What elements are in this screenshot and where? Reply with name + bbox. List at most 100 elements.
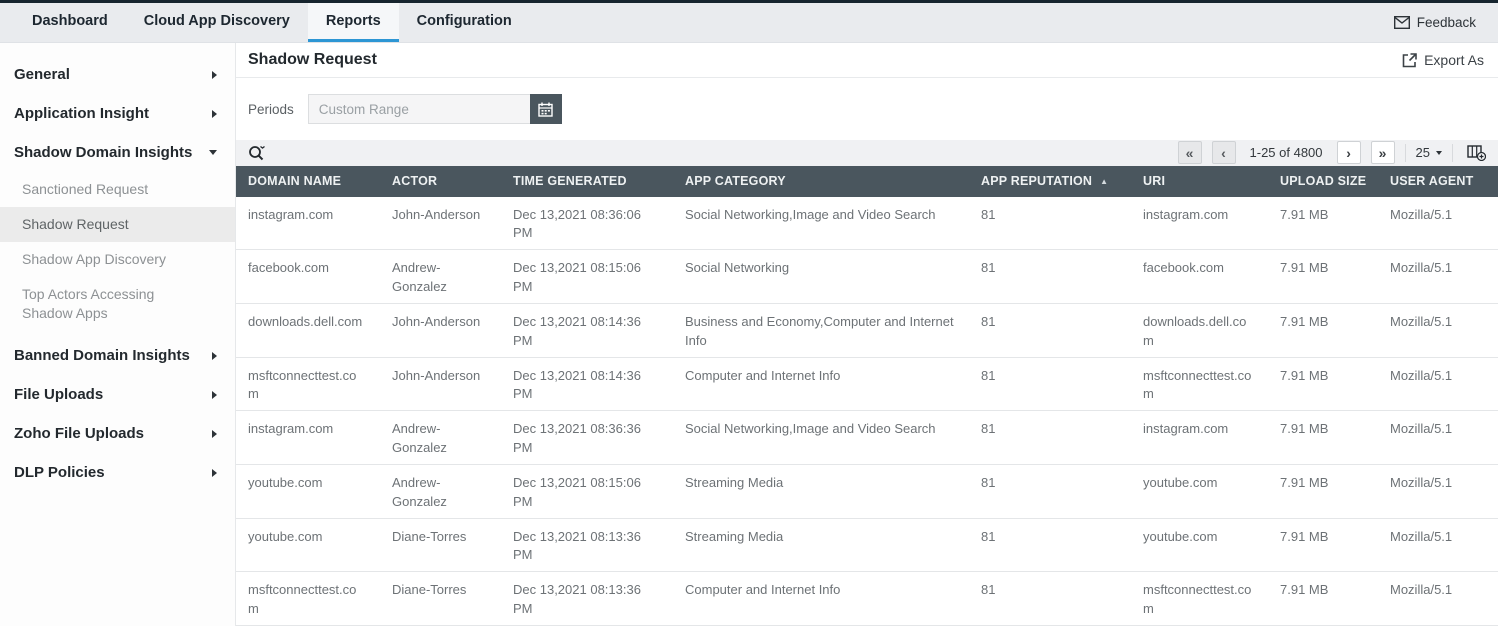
prev-page-button[interactable]: ‹	[1212, 141, 1236, 164]
table-cell: Mozilla/5.1	[1378, 411, 1498, 465]
sidebar-item-label: General	[14, 66, 70, 83]
table-cell: 81	[969, 572, 1131, 626]
table-cell: youtube.com	[1131, 518, 1268, 572]
chevron-right-icon	[212, 352, 217, 360]
sidebar-item-zoho-file-uploads[interactable]: Zoho File Uploads	[0, 414, 235, 453]
column-chooser-button[interactable]	[1467, 145, 1486, 161]
tab-configuration[interactable]: Configuration	[399, 3, 530, 42]
page-size-value: 25	[1416, 145, 1430, 160]
column-header-app-reputation[interactable]: APP REPUTATION▲	[969, 166, 1131, 197]
column-header-domain-name[interactable]: DOMAIN NAME	[236, 166, 380, 197]
envelope-icon	[1394, 16, 1410, 29]
table-cell: Mozilla/5.1	[1378, 197, 1498, 250]
table-body: instagram.comJohn-AndersonDec 13,2021 08…	[236, 197, 1498, 626]
sidebar-item-label: Banned Domain Insights	[14, 347, 190, 364]
table-cell: 7.91 MB	[1268, 518, 1378, 572]
column-header-app-category[interactable]: APP CATEGORY	[673, 166, 969, 197]
chevron-right-icon	[212, 110, 217, 118]
table-cell: 7.91 MB	[1268, 411, 1378, 465]
table-cell: 81	[969, 197, 1131, 250]
table-cell: instagram.com	[1131, 197, 1268, 250]
table-cell: 81	[969, 250, 1131, 304]
sidebar-item-file-uploads[interactable]: File Uploads	[0, 375, 235, 414]
table-row[interactable]: instagram.comJohn-AndersonDec 13,2021 08…	[236, 197, 1498, 250]
table-cell: 7.91 MB	[1268, 303, 1378, 357]
search-button[interactable]	[248, 144, 266, 161]
table-row[interactable]: youtube.comDiane-TorresDec 13,2021 08:13…	[236, 518, 1498, 572]
sidebar-subitem-shadow-app-discovery[interactable]: Shadow App Discovery	[0, 242, 235, 277]
column-header-actor[interactable]: ACTOR	[380, 166, 501, 197]
table-row[interactable]: downloads.dell.comJohn-AndersonDec 13,20…	[236, 303, 1498, 357]
column-header-upload-size[interactable]: UPLOAD SIZE	[1268, 166, 1378, 197]
sidebar-item-label: File Uploads	[14, 386, 103, 403]
table-row[interactable]: youtube.comAndrew-GonzalezDec 13,2021 08…	[236, 464, 1498, 518]
sidebar-item-dlp-policies[interactable]: DLP Policies	[0, 453, 235, 492]
sidebar-item-application-insight[interactable]: Application Insight	[0, 94, 235, 133]
periods-filter: Periods	[248, 94, 1498, 124]
table-cell: Dec 13,2021 08:14:36 PM	[501, 303, 673, 357]
table-cell: Mozilla/5.1	[1378, 518, 1498, 572]
next-page-button[interactable]: ›	[1337, 141, 1361, 164]
calendar-icon	[538, 102, 553, 117]
top-navigation: Dashboard Cloud App Discovery Reports Co…	[0, 3, 530, 42]
table-cell: instagram.com	[1131, 411, 1268, 465]
periods-label: Periods	[248, 102, 294, 117]
table-cell: msftconnecttest.com	[236, 572, 380, 626]
sidebar-item-label: Zoho File Uploads	[14, 425, 144, 442]
sidebar-item-banned-domain-insights[interactable]: Banned Domain Insights	[0, 336, 235, 375]
table-cell: Dec 13,2021 08:13:36 PM	[501, 572, 673, 626]
table-cell: 81	[969, 464, 1131, 518]
table-row[interactable]: msftconnecttest.comDiane-TorresDec 13,20…	[236, 572, 1498, 626]
table-cell: John-Anderson	[380, 303, 501, 357]
export-icon	[1402, 53, 1417, 68]
calendar-button[interactable]	[530, 94, 562, 124]
column-header-user-agent[interactable]: USER AGENT	[1378, 166, 1498, 197]
table-cell: Social Networking,Image and Video Search	[673, 197, 969, 250]
table-row[interactable]: instagram.comAndrew-GonzalezDec 13,2021 …	[236, 411, 1498, 465]
feedback-button[interactable]: Feedback	[1372, 3, 1498, 42]
table-cell: Diane-Torres	[380, 518, 501, 572]
table-cell: 7.91 MB	[1268, 250, 1378, 304]
sidebar-item-label: Application Insight	[14, 105, 149, 122]
column-header-time-generated[interactable]: TIME GENERATED	[501, 166, 673, 197]
sidebar-subitem-shadow-request[interactable]: Shadow Request	[0, 207, 235, 242]
table-cell: instagram.com	[236, 411, 380, 465]
export-as-button[interactable]: Export As	[1402, 52, 1486, 68]
table-cell: msftconnecttest.com	[1131, 357, 1268, 411]
sidebar-subitem-top-actors-accessing-shadow-apps[interactable]: Top Actors Accessing Shadow Apps	[0, 277, 235, 331]
table-cell: 7.91 MB	[1268, 572, 1378, 626]
last-page-button[interactable]: »	[1371, 141, 1395, 164]
add-column-icon	[1467, 145, 1486, 161]
table-cell: Diane-Torres	[380, 572, 501, 626]
table-cell: Computer and Internet Info	[673, 357, 969, 411]
page-size-select[interactable]: 25	[1416, 145, 1442, 160]
table-cell: Business and Economy,Computer and Intern…	[673, 303, 969, 357]
app-window: Dashboard Cloud App Discovery Reports Co…	[0, 0, 1498, 626]
table-row[interactable]: msftconnecttest.comJohn-AndersonDec 13,2…	[236, 357, 1498, 411]
first-page-button[interactable]: «	[1178, 141, 1202, 164]
table-cell: instagram.com	[236, 197, 380, 250]
sidebar-item-shadow-domain-insights[interactable]: Shadow Domain Insights	[0, 133, 235, 172]
table-toolbar: « ‹ 1-25 of 4800 › » 25	[236, 140, 1498, 165]
periods-input[interactable]	[308, 94, 530, 124]
table-cell: youtube.com	[1131, 464, 1268, 518]
sidebar-item-label: DLP Policies	[14, 464, 105, 481]
table-cell: Dec 13,2021 08:15:06 PM	[501, 250, 673, 304]
sidebar-subitem-sanctioned-request[interactable]: Sanctioned Request	[0, 172, 235, 207]
tab-dashboard[interactable]: Dashboard	[14, 3, 126, 42]
chevron-right-icon	[212, 391, 217, 399]
table-cell: Mozilla/5.1	[1378, 357, 1498, 411]
page-title: Shadow Request	[248, 51, 377, 69]
table-cell: 81	[969, 411, 1131, 465]
tab-cloud-app-discovery[interactable]: Cloud App Discovery	[126, 3, 308, 42]
table-row[interactable]: facebook.comAndrew-GonzalezDec 13,2021 0…	[236, 250, 1498, 304]
table-cell: Streaming Media	[673, 518, 969, 572]
table-cell: Andrew-Gonzalez	[380, 411, 501, 465]
column-header-uri[interactable]: URI	[1131, 166, 1268, 197]
tab-reports[interactable]: Reports	[308, 3, 399, 42]
sidebar-item-general[interactable]: General	[0, 55, 235, 94]
table-cell: facebook.com	[1131, 250, 1268, 304]
table-cell: Dec 13,2021 08:15:06 PM	[501, 464, 673, 518]
table-cell: Dec 13,2021 08:36:36 PM	[501, 411, 673, 465]
table-cell: msftconnecttest.com	[236, 357, 380, 411]
